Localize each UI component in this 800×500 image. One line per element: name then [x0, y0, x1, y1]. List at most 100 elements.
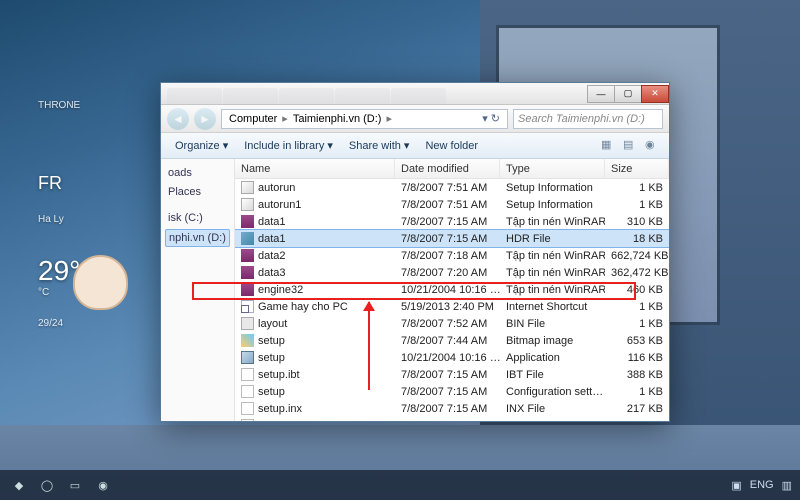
file-date: 7/8/2007 7:51 AM: [395, 199, 500, 211]
taskbar-app-icon[interactable]: ◉: [92, 474, 114, 496]
col-type[interactable]: Type: [500, 159, 605, 178]
file-icon: [241, 300, 254, 313]
file-name: data2: [258, 250, 286, 262]
taskbar-lang[interactable]: ENG: [750, 479, 774, 491]
taskbar-tray-icon[interactable]: ▥: [782, 479, 792, 492]
file-date: 7/8/2007 7:52 AM: [395, 318, 500, 330]
file-date: 7/8/2007 7:15 AM: [395, 403, 500, 415]
file-row[interactable]: autorun1 7/8/2007 7:51 AMSetup Informatio…: [235, 196, 669, 213]
file-icon: [241, 385, 254, 398]
file-row[interactable]: setup7/8/2007 7:44 AMBitmap image653 KB: [235, 332, 669, 349]
file-icon: [241, 249, 254, 262]
col-size[interactable]: Size: [605, 159, 669, 178]
file-row[interactable]: data37/8/2007 7:20 AMTập tin nén WinRAR3…: [235, 264, 669, 281]
file-row[interactable]: setup.ibt7/8/2007 7:15 AMIBT File388 KB: [235, 366, 669, 383]
file-name: setup: [258, 386, 285, 398]
file-name: setup: [258, 352, 285, 364]
file-type: Internet Shortcut: [500, 301, 605, 313]
widget-unit: °C: [38, 287, 138, 298]
file-name: data3: [258, 267, 286, 279]
file-type: Tập tin nén WinRAR: [500, 267, 605, 279]
search-input[interactable]: Search Taimienphi.vn (D:): [513, 109, 663, 129]
annotation-arrow: [368, 302, 370, 390]
navbar: ◄ ► Computer ▸ Taimienphi.vn (D:) ▸ ▾ ↻ …: [161, 105, 669, 133]
file-size: 460 KB: [605, 284, 669, 296]
col-date[interactable]: Date modified: [395, 159, 500, 178]
file-row[interactable]: setup.inx7/8/2007 7:15 AMINX File217 KB: [235, 400, 669, 417]
taskbar-app-icon[interactable]: ▭: [64, 474, 86, 496]
breadcrumb[interactable]: Computer ▸ Taimienphi.vn (D:) ▸ ▾ ↻: [221, 109, 508, 129]
file-name: autorun: [258, 182, 295, 194]
minimize-button[interactable]: —: [587, 85, 615, 103]
sidebar-item-active[interactable]: nphi.vn (D:): [165, 229, 230, 247]
taskbar-app-icon[interactable]: ◯: [36, 474, 58, 496]
file-icon: [241, 317, 254, 330]
nav-forward-button[interactable]: ►: [194, 108, 216, 130]
file-icon: [241, 334, 254, 347]
include-library-button[interactable]: Include in library ▾: [238, 136, 339, 155]
file-list[interactable]: Name Date modified Type Size autorun 7/8/…: [235, 159, 669, 421]
file-row[interactable]: data27/8/2007 7:18 AMTập tin nén WinRAR6…: [235, 247, 669, 264]
file-type: Tập tin nén WinRAR: [500, 284, 605, 296]
maximize-button[interactable]: ▢: [614, 85, 642, 103]
share-with-button[interactable]: Share with ▾: [343, 136, 416, 155]
file-size: 388 KB: [605, 369, 669, 381]
preview-icon[interactable]: ▤: [623, 138, 639, 154]
start-icon[interactable]: ◆: [8, 474, 30, 496]
widget-location: Ha Ly: [38, 214, 138, 225]
file-date: 7/8/2007 7:18 AM: [395, 250, 500, 262]
file-type: Bitmap image: [500, 335, 605, 347]
file-date: 10/21/2004 10:16 …: [395, 352, 500, 364]
col-name[interactable]: Name: [235, 159, 395, 178]
file-icon: [241, 232, 254, 245]
sidebar-item[interactable]: Places: [165, 184, 230, 200]
file-date: 5/19/2013 2:40 PM: [395, 301, 500, 313]
column-headers: Name Date modified Type Size: [235, 159, 669, 179]
title-tabs: [167, 83, 588, 104]
file-type: Configuration sett…: [500, 386, 605, 398]
file-name: setup: [258, 335, 285, 347]
file-size: 362,472 KB: [605, 267, 669, 279]
file-size: 63 KB: [605, 420, 669, 422]
breadcrumb-part[interactable]: Computer: [225, 113, 281, 125]
sidebar-item[interactable]: isk (C:): [165, 210, 230, 226]
file-row[interactable]: setup.isn10/21/2004 10:17 …ISN File63 KB: [235, 417, 669, 421]
organize-button[interactable]: Organize ▾: [169, 136, 234, 155]
file-row[interactable]: autorun7/8/2007 7:51 AMSetup Information…: [235, 179, 669, 196]
taskbar-tray-icon[interactable]: ▣: [731, 479, 741, 492]
file-size: 116 KB: [605, 352, 669, 364]
refresh-icon[interactable]: ▾ ↻: [478, 112, 504, 125]
file-icon: [241, 266, 254, 279]
file-type: Application: [500, 352, 605, 364]
file-name: autorun1: [258, 199, 301, 211]
file-icon: [241, 215, 254, 228]
breadcrumb-part[interactable]: Taimienphi.vn (D:): [289, 113, 386, 125]
view-icon[interactable]: ▦: [601, 138, 617, 154]
file-row[interactable]: data17/8/2007 7:15 AMTập tin nén WinRAR3…: [235, 213, 669, 230]
file-size: 1 KB: [605, 318, 669, 330]
file-date: 7/8/2007 7:15 AM: [395, 216, 500, 228]
help-icon[interactable]: ◉: [645, 138, 661, 154]
titlebar[interactable]: — ▢ ✕: [161, 83, 669, 105]
new-folder-button[interactable]: New folder: [419, 137, 484, 155]
file-row[interactable]: Game hay cho PC5/19/2013 2:40 PMInternet…: [235, 298, 669, 315]
taskbar[interactable]: ◆ ◯ ▭ ◉ ▣ ENG ▥: [0, 470, 800, 500]
file-icon: [241, 368, 254, 381]
file-date: 7/8/2007 7:44 AM: [395, 335, 500, 347]
file-row[interactable]: layout7/8/2007 7:52 AMBIN File1 KB: [235, 315, 669, 332]
chevron-right-icon: ▸: [385, 112, 393, 125]
file-row[interactable]: setup 10/21/2004 10:16 …Application116 KB: [235, 349, 669, 366]
nav-back-button[interactable]: ◄: [167, 108, 189, 130]
file-row[interactable]: data17/8/2007 7:15 AMHDR File18 KB: [235, 230, 669, 247]
file-type: Tập tin nén WinRAR: [500, 216, 605, 228]
file-name: setup.isn: [258, 420, 302, 422]
file-type: Setup Information: [500, 199, 605, 211]
sidebar-item[interactable]: [165, 203, 230, 207]
explorer-window: — ▢ ✕ ◄ ► Computer ▸ Taimienphi.vn (D:) …: [160, 82, 670, 422]
close-button[interactable]: ✕: [641, 85, 669, 103]
file-size: 1 KB: [605, 199, 669, 211]
sidebar-item[interactable]: oads: [165, 165, 230, 181]
file-date: 7/8/2007 7:51 AM: [395, 182, 500, 194]
file-row[interactable]: setup7/8/2007 7:15 AMConfiguration sett……: [235, 383, 669, 400]
file-row[interactable]: engine3210/21/2004 10:16 …Tập tin nén Wi…: [235, 281, 669, 298]
